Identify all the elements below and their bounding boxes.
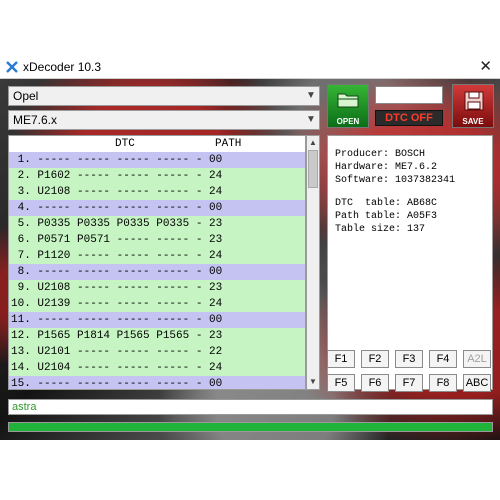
table-row[interactable]: 7. P1120 ----- ----- ----- - 24 [9,248,305,264]
table-row[interactable]: 10. U2139 ----- ----- ----- - 24 [9,296,305,312]
top-text-field[interactable] [375,86,443,104]
dtc-status-indicator: DTC OFF [375,110,443,126]
function-key-abc-button[interactable]: ABC [463,374,491,392]
open-button-label: OPEN [336,117,360,126]
window-title: xDecoder 10.3 [23,60,102,74]
progress-bar [8,422,493,432]
table-row[interactable]: 4. ----- ----- ----- ----- - 00 [9,200,305,216]
dtc-column-header: DTC [115,138,135,150]
chevron-down-icon[interactable]: ▼ [306,113,316,127]
ecu-select[interactable]: ME7.6.x ▼ [8,110,320,130]
progress-bar-fill [9,423,492,431]
scroll-up-arrow-icon[interactable]: ▲ [307,136,319,150]
function-key-f2-button[interactable]: F2 [361,350,389,368]
open-button[interactable]: OPEN [327,84,369,128]
xdecoder-app-icon [6,61,18,73]
software-line: Software: 1037382341 [335,175,456,186]
table-row[interactable]: 5. P0335 P0335 P0335 P0335 - 23 [9,216,305,232]
dtc-list-header: DTC PATH [9,136,305,152]
path-table-line: Path table: A05F3 [335,211,438,222]
save-button-label: SAVE [462,117,484,126]
table-row[interactable]: 14. U2104 ----- ----- ----- - 24 [9,360,305,376]
floppy-disk-icon [464,91,484,111]
scroll-down-arrow-icon[interactable]: ▼ [307,375,319,389]
table-row[interactable]: 13. U2101 ----- ----- ----- - 22 [9,344,305,360]
table-row[interactable]: 1. ----- ----- ----- ----- - 00 [9,152,305,168]
folder-icon [337,93,359,108]
table-row[interactable]: 11. ----- ----- ----- ----- - 00 [9,312,305,328]
scrollbar-thumb[interactable] [308,150,318,188]
table-row[interactable]: 2. P1602 ----- ----- ----- - 24 [9,168,305,184]
title-bar: xDecoder 10.3 ✕ [0,56,500,79]
table-row[interactable]: 8. ----- ----- ----- ----- - 00 [9,264,305,280]
ecu-select-value: ME7.6.x [13,113,58,127]
producer-line: Producer: BOSCH [335,149,426,160]
path-column-header: PATH [215,138,242,150]
function-key-f6-button[interactable]: F6 [361,374,389,392]
function-key-f3-button[interactable]: F3 [395,350,423,368]
chevron-down-icon[interactable]: ▼ [306,89,316,103]
close-icon[interactable]: ✕ [479,58,492,76]
dtc-table-line: DTC table: AB68C [335,198,438,209]
hardware-line: Hardware: ME7.6.2 [335,162,438,173]
function-key-f5-button[interactable]: F5 [327,374,355,392]
brand-select[interactable]: Opel ▼ [8,86,320,106]
brand-select-value: Opel [13,89,39,103]
table-size-line: Table size: 137 [335,224,426,235]
save-button[interactable]: SAVE [452,84,494,128]
table-row[interactable]: 15. ----- ----- ----- ----- - 00 [9,376,305,389]
app-window: xDecoder 10.3 ✕ Opel ▼ ME7.6.x ▼ OPEN DT… [0,56,500,440]
function-key-f8-button[interactable]: F8 [429,374,457,392]
table-row[interactable]: 6. P0571 P0571 ----- ----- - 23 [9,232,305,248]
status-bar: astra [8,399,493,415]
table-row[interactable]: 3. U2108 ----- ----- ----- - 24 [9,184,305,200]
status-text: astra [12,401,37,413]
table-row[interactable]: 12. P1565 P1814 P1565 P1565 - 23 [9,328,305,344]
function-key-f7-button[interactable]: F7 [395,374,423,392]
table-row[interactable]: 9. U2108 ----- ----- ----- - 23 [9,280,305,296]
function-key-a2l-button[interactable]: A2L [463,350,491,368]
function-key-f1-button[interactable]: F1 [327,350,355,368]
dtc-list[interactable]: DTC PATH 1. ----- ----- ----- ----- - 00… [8,135,306,390]
dtc-list-scrollbar[interactable]: ▲ ▼ [306,135,320,390]
function-key-f4-button[interactable]: F4 [429,350,457,368]
